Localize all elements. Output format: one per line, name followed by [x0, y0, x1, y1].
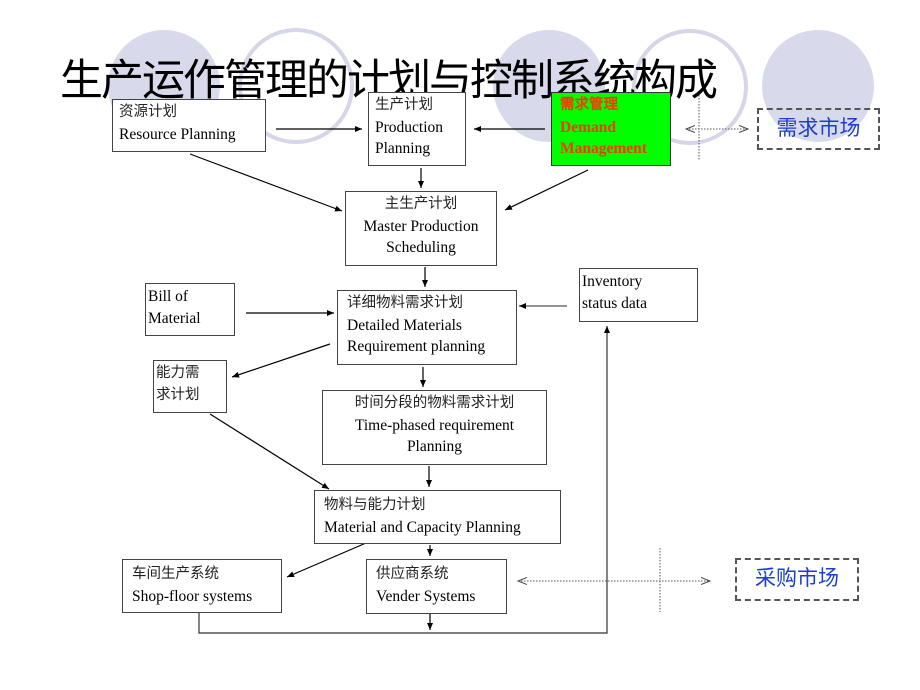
node-demand-management: 需求管理 Demand Management — [551, 92, 671, 166]
arrow-resource-to-master — [189, 153, 343, 212]
node-zh-label: 供应商系统 — [376, 566, 449, 582]
node-procurement-market: 采购市场 — [735, 558, 859, 601]
node-vender-systems: 供应商系统 Vender Systems — [366, 559, 507, 614]
node-material-capacity: 物料与能力计划 Material and Capacity Planning — [314, 490, 561, 544]
arrow-detailed-to-capacity — [231, 343, 331, 378]
node-en-label: Requirement planning — [347, 338, 486, 355]
node-zh-label: 时间分段的物料需求计划 — [354, 395, 515, 411]
node-en-label: Scheduling — [386, 239, 456, 256]
node-en-label: Bill of — [148, 288, 189, 305]
node-en-label: Time-phased requirement — [354, 416, 515, 434]
node-en-label: Material and Capacity Planning — [324, 518, 521, 536]
node-en-label: Shop-floor systems — [132, 587, 253, 605]
node-demand-market: 需求市场 — [757, 108, 880, 150]
node-zh-label: 生产计划 — [375, 97, 433, 113]
node-zh-label: 主生产计划 — [384, 196, 458, 212]
node-zh-label: 详细物料需求计划 — [347, 295, 463, 311]
node-en-label: Resource Planning — [119, 125, 236, 143]
node-resource-planning: 资源计划 Resource Planning — [112, 99, 266, 152]
node-zh-label: 物料与能力计划 — [324, 497, 426, 513]
arrow-demand-to-master — [504, 169, 589, 211]
arrow-capacity-to-material — [209, 413, 330, 490]
node-production-planning: 生产计划 Production Planning — [368, 92, 466, 166]
node-en-label: Inventory — [582, 273, 643, 290]
node-en-label: Detailed Materials — [347, 316, 462, 334]
node-capacity-requirement: 能力需 求计划 — [153, 360, 227, 413]
node-en-label: Planning — [375, 140, 431, 157]
node-en-label: Management — [560, 140, 647, 157]
node-time-phased: 时间分段的物料需求计划 Time-phased requirement Plan… — [322, 390, 547, 465]
node-en-label: Master Production — [363, 217, 479, 235]
node-detailed-materials: 详细物料需求计划 Detailed Materials Requirement … — [337, 290, 517, 365]
node-en-label: Planning — [406, 438, 463, 455]
node-zh-label: 车间生产系统 — [132, 566, 219, 582]
node-bill-of-material: Bill of Material — [145, 283, 235, 336]
node-master-production: 主生产计划 Master Production Scheduling — [345, 191, 497, 266]
arrow-material-to-shopfloor — [286, 542, 367, 578]
node-zh-label: 需求管理 — [560, 97, 618, 113]
node-zh-label: 能力需 — [156, 365, 200, 381]
node-en-label: Production — [375, 118, 444, 136]
node-inventory-status: Inventory status data — [579, 268, 698, 322]
node-en-label: Vender Systems — [376, 587, 476, 605]
node-en-label: Demand — [560, 118, 616, 136]
node-en-label: Material — [148, 309, 201, 327]
node-zh-label: 资源计划 — [119, 104, 177, 120]
node-shop-floor: 车间生产系统 Shop-floor systems — [122, 559, 282, 613]
slide: 生产运作管理的计划与控制系统构成 资源计划 Resource Planning … — [0, 0, 920, 690]
node-zh-label: 求计划 — [156, 386, 200, 403]
node-en-label: status data — [582, 294, 647, 312]
